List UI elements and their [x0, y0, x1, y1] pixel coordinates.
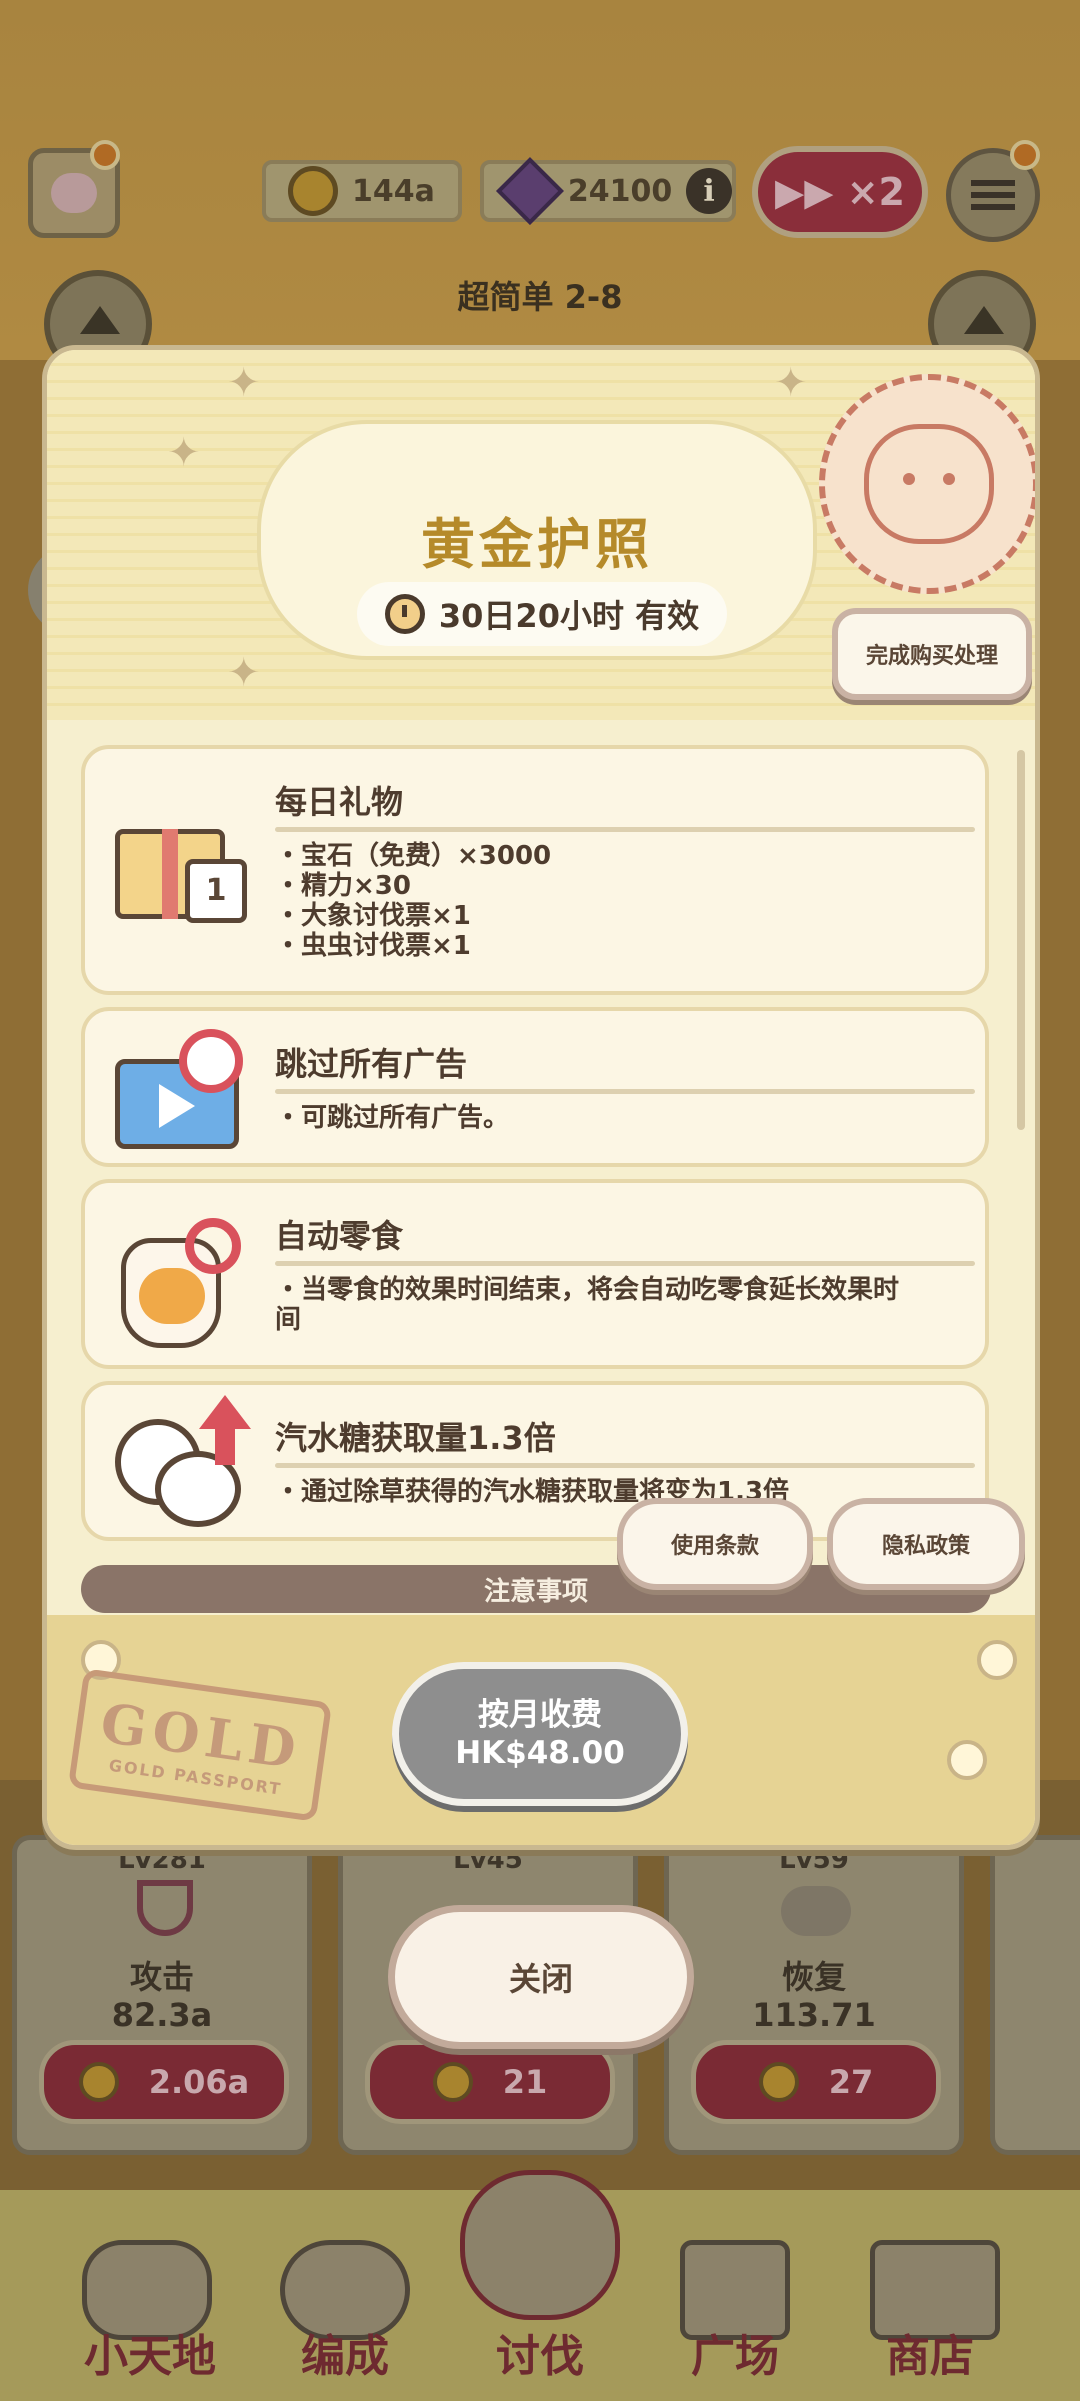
- gold-passport-modal: ✦ ✦ ✦ ✦ 黄金护照 30日20小时 有效 完成购买处理 1 每日礼物 ・宝…: [42, 345, 1040, 1850]
- stat-card-partial: [990, 1835, 1080, 2155]
- feature-card-skip-ads: 跳过所有广告 ・可跳过所有广告。: [81, 1007, 989, 1167]
- coin-icon: [78, 2062, 119, 2102]
- no-ads-video-icon: [115, 1029, 245, 1149]
- sparkle-icon: ✦: [167, 430, 201, 476]
- feature-list: 1 每日礼物 ・宝石（免费）×3000 ・精力×30 ・大象讨伐票×1 ・虫虫讨…: [81, 745, 989, 1580]
- stat-name: 恢复: [781, 1958, 846, 1996]
- menu-notification-dot: [1010, 140, 1040, 170]
- modal-title: 黄金护照: [421, 513, 653, 576]
- soda-candy-boost-icon: [115, 1395, 255, 1535]
- feature-title: 自动零食: [275, 1217, 404, 1255]
- stat-value: 113.71: [752, 1996, 876, 2034]
- feature-line: ・可跳过所有广告。: [275, 1103, 510, 1133]
- stat-card-recover: Lv59 恢复 113.71 27: [664, 1835, 964, 2155]
- upgrade-recover-button[interactable]: 27: [691, 2040, 941, 2124]
- sparkle-icon: ✦: [774, 360, 808, 406]
- validity-text: 30日20小时 有效: [438, 597, 700, 635]
- nav-item-home[interactable]: 小天地: [50, 2320, 250, 2384]
- upgrade-cost: 21: [502, 2063, 548, 2101]
- feature-card-daily-gift: 1 每日礼物 ・宝石（免费）×3000 ・精力×30 ・大象讨伐票×1 ・虫虫讨…: [81, 745, 989, 995]
- coin-icon: [432, 2062, 473, 2102]
- feature-divider: [275, 1261, 975, 1266]
- feature-description: ・宝石（免费）×3000 ・精力×30 ・大象讨伐票×1 ・虫虫讨伐票×1: [275, 841, 975, 961]
- stat-value: 82.3a: [111, 1996, 213, 2034]
- stat-card-attack: Lv281 攻击 82.3a 2.06a: [12, 1835, 312, 2155]
- coin-icon: [288, 166, 338, 216]
- feature-divider: [275, 1089, 975, 1094]
- cat-avatar-icon: [51, 173, 97, 213]
- heart-plus-icon: [781, 1886, 851, 1936]
- nav-item-battle[interactable]: 讨伐: [440, 2320, 640, 2384]
- upgrade-middle-button[interactable]: 21: [365, 2040, 615, 2124]
- price-amount: HK$48.00: [455, 1735, 625, 1771]
- stopwatch-icon: [384, 594, 425, 634]
- stat-name: 攻击: [129, 1958, 194, 1996]
- validity-badge: 30日20小时 有效: [357, 582, 727, 646]
- feature-line: ・宝石（免费）×3000: [275, 841, 552, 871]
- feature-line: ・虫虫讨伐票×1: [275, 931, 471, 961]
- gem-counter: 24100 i: [480, 157, 736, 225]
- hamster-seal-stamp: [819, 374, 1035, 594]
- sparkle-icon: ✦: [227, 360, 261, 406]
- close-button[interactable]: 关闭: [388, 1905, 694, 2049]
- upgrade-cost: 27: [828, 2063, 874, 2101]
- terms-of-use-button[interactable]: 使用条款: [617, 1498, 813, 1590]
- coin-icon: [758, 2062, 799, 2102]
- stage-title: 超简单 2-8: [457, 278, 623, 316]
- upgrade-attack-button[interactable]: 2.06a: [39, 2040, 289, 2124]
- monthly-subscribe-button[interactable]: 按月收费 HK$48.00: [392, 1662, 688, 1806]
- trident-icon: [137, 1880, 193, 1936]
- feature-description: ・可跳过所有广告。: [275, 1103, 975, 1133]
- feature-list-scrollbar[interactable]: [1017, 750, 1025, 1130]
- sparkle-icon: ✦: [227, 650, 261, 696]
- feature-line: ・当零食的效果时间结束，将会自动吃零食延长效果时: [275, 1275, 900, 1305]
- hamster-face-icon: [864, 424, 994, 544]
- info-icon[interactable]: i: [686, 168, 732, 214]
- coin-counter: 144a: [262, 160, 462, 222]
- flower-icon: [947, 1740, 987, 1780]
- price-label: 按月收费: [478, 1697, 602, 1733]
- gift-calendar-icon: 1: [115, 809, 247, 923]
- nav-item-plaza[interactable]: 广场: [635, 2320, 835, 2384]
- coin-amount: 144a: [352, 173, 435, 209]
- privacy-policy-button[interactable]: 隐私政策: [827, 1498, 1025, 1590]
- gem-amount: 24100: [567, 173, 673, 209]
- feature-title: 每日礼物: [275, 783, 404, 821]
- feature-title: 跳过所有广告: [275, 1045, 468, 1083]
- feature-divider: [275, 827, 975, 832]
- upgrade-cost: 2.06a: [148, 2063, 250, 2101]
- hamburger-icon: [971, 180, 1015, 210]
- nav-item-formation[interactable]: 编成: [245, 2320, 445, 2384]
- snack-bag-refresh-icon: [115, 1208, 245, 1348]
- feature-line: ・精力×30: [275, 871, 411, 901]
- flower-icon: [977, 1640, 1017, 1680]
- feature-title: 汽水糖获取量1.3倍: [275, 1419, 556, 1457]
- feature-card-auto-snack: 自动零食 ・当零食的效果时间结束，将会自动吃零食延长效果时 间: [81, 1179, 989, 1369]
- gem-icon: [496, 157, 564, 225]
- speed-toggle-button[interactable]: ▶▶ ×2: [752, 146, 928, 238]
- nav-item-shop[interactable]: 商店: [830, 2320, 1030, 2384]
- hamster-trident-icon: [460, 2170, 620, 2320]
- feature-line: ・大象讨伐票×1: [275, 901, 471, 931]
- feature-line: 间: [275, 1305, 302, 1335]
- complete-purchase-button[interactable]: 完成购买处理: [832, 608, 1032, 700]
- feature-description: ・当零食的效果时间结束，将会自动吃零食延长效果时 间: [275, 1275, 975, 1335]
- feature-divider: [275, 1463, 975, 1468]
- profile-notification-dot: [90, 140, 120, 170]
